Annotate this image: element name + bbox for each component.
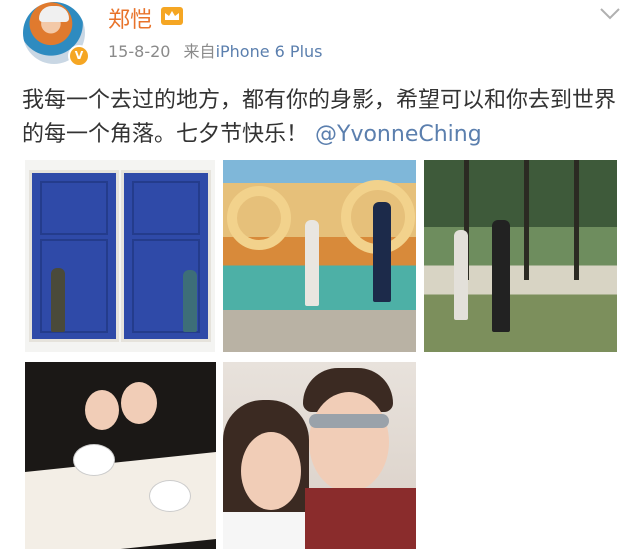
- door-right: [121, 170, 211, 342]
- post-meta: 15-8-20 来自iPhone 6 Plus: [108, 38, 323, 62]
- face-woman: [85, 390, 119, 430]
- shirt-woman: [223, 512, 305, 549]
- username[interactable]: 郑恺: [108, 2, 152, 34]
- face-woman: [241, 432, 301, 510]
- photo-graffiti[interactable]: [223, 160, 416, 352]
- tree: [574, 160, 579, 280]
- person-man: [183, 270, 197, 332]
- person-woman: [305, 220, 319, 306]
- photo-birthday-cake[interactable]: [25, 362, 216, 549]
- person-woman: [51, 268, 65, 332]
- cake-speech-bubble: [73, 444, 115, 476]
- graffiti-letter: [227, 186, 291, 250]
- photo-selfie[interactable]: [223, 362, 416, 549]
- face-man: [121, 382, 157, 424]
- photo-blue-doors[interactable]: [25, 160, 215, 352]
- person-man: [373, 202, 391, 302]
- chevron-down-icon[interactable]: [598, 6, 622, 22]
- person-man: [492, 220, 510, 332]
- face-man: [309, 392, 389, 492]
- door-left: [29, 170, 119, 342]
- mention-link[interactable]: @YvonneChing: [315, 122, 482, 147]
- person-woman: [454, 230, 468, 320]
- source-device-link[interactable]: iPhone 6 Plus: [216, 42, 323, 61]
- sunglasses: [309, 414, 389, 428]
- shirt-man: [305, 488, 416, 549]
- post-text: 我每一个去过的地方，都有你的身影，希望可以和你去到世界的每一个角落。七夕节快乐！…: [22, 84, 622, 152]
- verified-icon: V: [68, 45, 90, 67]
- crown-icon[interactable]: [160, 6, 184, 26]
- cake-speech-bubble: [149, 480, 191, 512]
- photo-forest[interactable]: [424, 160, 617, 352]
- post-header: V 郑恺 15-8-20 来自iPhone 6 Plus: [0, 0, 640, 70]
- avatar-cap: [39, 6, 69, 22]
- tree: [524, 160, 529, 280]
- source-prefix: 来自: [183, 42, 216, 61]
- post-date: 15-8-20: [108, 42, 171, 61]
